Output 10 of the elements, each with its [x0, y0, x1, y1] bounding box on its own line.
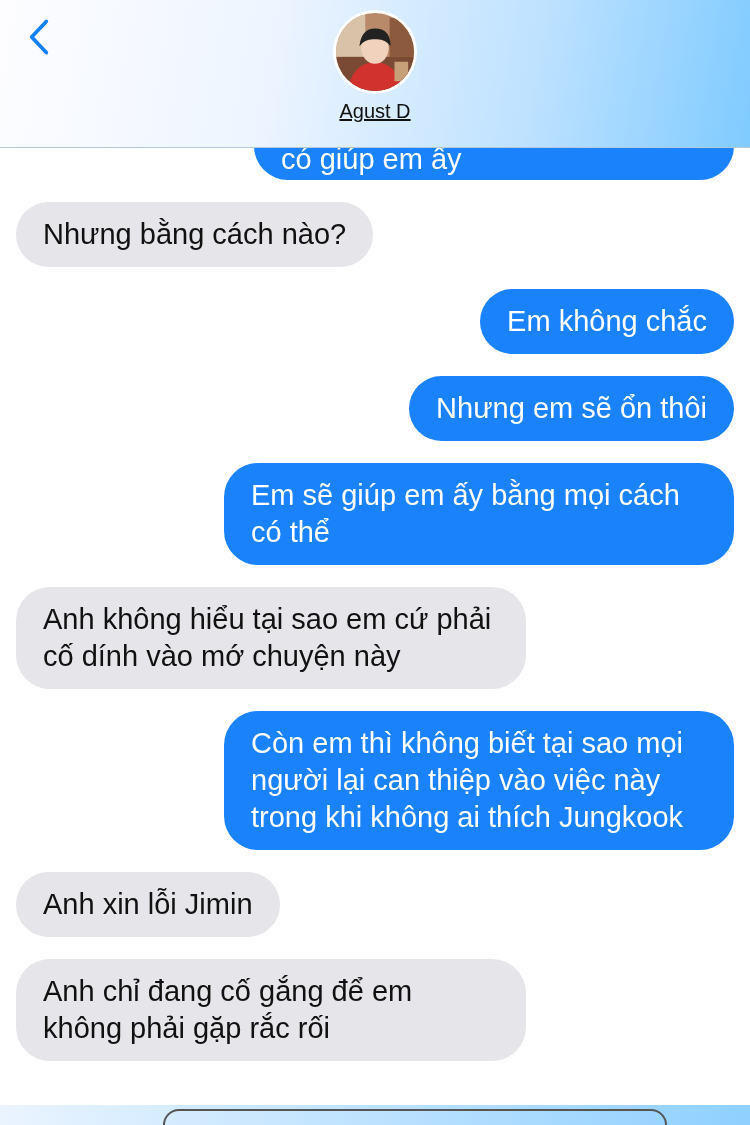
message-bubble: Anh không hiểu tại sao em cứ phải cố dính vào mớ chuyện này	[16, 587, 526, 689]
message-bubble: Nhưng em sẽ ổn thôi	[409, 376, 734, 441]
contact-name[interactable]: Agust D	[339, 100, 411, 123]
message-bubble: Em không chắc	[480, 289, 734, 354]
message-bubble: Còn em thì không biết tại sao mọi người lại can thiệp vào việc này trong khi không ai thích Jungkook	[224, 711, 734, 850]
back-icon[interactable]	[28, 18, 50, 56]
message-bubble: Nhưng bằng cách nào?	[16, 202, 374, 267]
message-bubble: Anh xin lỗi Jimin	[16, 872, 280, 937]
message-bubble: Em sẽ giúp em ấy bằng mọi cách có thể	[224, 463, 734, 565]
message-bubble: Anh chỉ đang cố gắng để em không phải gặp rắc rối	[16, 959, 526, 1061]
